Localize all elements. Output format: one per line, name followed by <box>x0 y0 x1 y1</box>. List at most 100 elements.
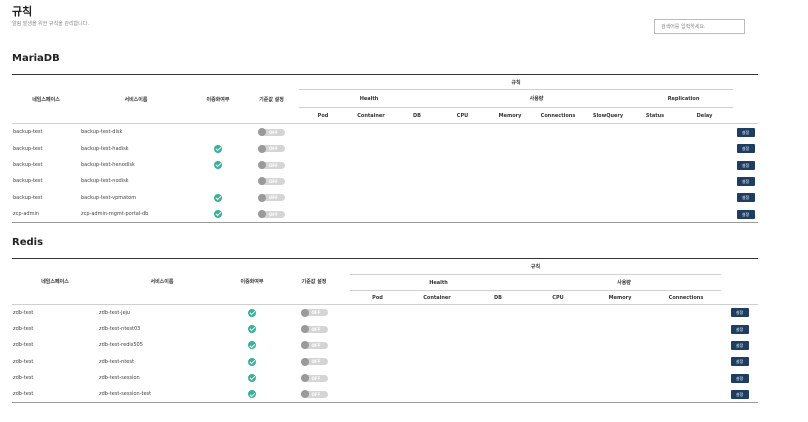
check-icon <box>214 144 222 153</box>
default-toggle[interactable]: OFF <box>300 374 328 383</box>
settings-button[interactable]: 설정 <box>730 373 749 383</box>
namespace-cell: backup-test <box>13 145 43 152</box>
header-redundancy: 이중화여부 <box>240 279 264 285</box>
namespace-cell: backup-test <box>12 123 80 141</box>
rule-cells <box>299 173 733 189</box>
default-toggle[interactable]: OFF <box>258 144 285 153</box>
header-memory: Memory <box>608 294 632 301</box>
check-icon <box>214 193 222 202</box>
mariadb-rules-table: 네임스페이스 서비스이름 이중화여부 기준값 설정 규칙 Health 사용량 … <box>12 74 759 223</box>
header-status: Status <box>645 112 665 119</box>
default-toggle[interactable]: OFF <box>258 161 285 170</box>
action-cell: 설정 <box>721 386 758 402</box>
rule-cells <box>299 141 733 157</box>
service-name-cell: zdb-test-session <box>99 375 140 382</box>
default-toggle-cell: OFF <box>244 123 299 141</box>
table-row: backup-test backup-test-henodisk OFF 설정 <box>12 157 758 173</box>
default-toggle-cell: OFF <box>244 190 299 206</box>
default-toggle[interactable]: OFF <box>300 357 328 366</box>
check-icon <box>248 325 256 334</box>
default-toggle[interactable]: OFF <box>300 341 328 350</box>
service-name-cell: zcp-admin-mgmt-portal-db <box>81 211 149 217</box>
settings-button[interactable]: 설정 <box>736 176 755 186</box>
header-connections: Connections <box>540 112 576 119</box>
settings-button[interactable]: 설정 <box>730 324 749 334</box>
redundancy-cell <box>226 370 278 386</box>
redundancy-cell <box>192 206 244 222</box>
page-title: 규칙 <box>12 5 33 18</box>
header-health: Health <box>350 274 527 291</box>
default-toggle[interactable]: OFF <box>300 325 328 334</box>
search-input[interactable] <box>654 19 745 34</box>
settings-button[interactable]: 설정 <box>736 193 755 203</box>
header-service-name: 서비스이름 <box>150 279 174 285</box>
service-name-cell: zdb-test-ntest03 <box>99 326 141 333</box>
header-rules: 규칙 <box>350 258 722 275</box>
table-row: backup-test backup-test-disk OFF 설정 <box>12 123 759 141</box>
header-default-setting: 기준값 설정 <box>259 96 284 103</box>
check-icon <box>248 390 256 399</box>
default-toggle[interactable]: OFF <box>300 390 328 399</box>
table-row: zdb-test zdb-test-ntest OFF 설정 <box>12 354 758 370</box>
check-icon <box>214 161 222 170</box>
service-name-cell: backup-test-henodisk <box>81 162 135 169</box>
redundancy-cell <box>226 321 278 337</box>
default-toggle[interactable]: OFF <box>300 308 328 317</box>
namespace-cell: zdb-test <box>12 303 98 321</box>
table-row: backup-test backup-test-nodisk OFF 설정 <box>12 173 758 189</box>
default-toggle[interactable]: OFF <box>258 177 285 186</box>
settings-button[interactable]: 설정 <box>730 308 749 318</box>
default-toggle[interactable]: OFF <box>258 128 285 137</box>
header-cpu: CPU <box>456 112 469 119</box>
service-name-cell: backup-test-vpmatom <box>81 194 137 201</box>
header-namespace: 네임스페이스 <box>32 96 60 103</box>
redundancy-cell <box>192 173 244 189</box>
namespace-cell: zdb-test <box>13 375 34 382</box>
settings-button[interactable]: 설정 <box>730 340 749 350</box>
header-usage: 사용량 <box>527 274 722 291</box>
table-row: zdb-test zdb-test-session-test OFF 설정 <box>12 386 758 402</box>
action-cell: 설정 <box>721 354 758 370</box>
redundancy-cell <box>226 303 278 321</box>
header-replication: Replication <box>634 89 734 108</box>
settings-button[interactable]: 설정 <box>730 357 749 367</box>
redis-rules-table: 네임스페이스 서비스이름 이중화여부 기준값 설정 규칙 Health 사용량 … <box>12 258 759 404</box>
default-toggle[interactable]: OFF <box>258 193 285 202</box>
default-toggle-cell: OFF <box>278 303 350 321</box>
table-row: backup-test backup-test-vpmatom OFF 설정 <box>12 190 758 206</box>
service-name-cell: backup-test-hadisk <box>81 145 129 152</box>
namespace-cell: zcp-admin <box>13 211 40 217</box>
namespace-cell: zdb-test <box>13 326 34 333</box>
namespace-cell: backup-test <box>13 162 43 169</box>
default-toggle-cell: OFF <box>244 141 299 157</box>
default-toggle-cell: OFF <box>278 370 350 386</box>
header-cpu: CPU <box>552 294 564 301</box>
action-cell: 설정 <box>721 303 759 321</box>
header-memory: Memory <box>498 112 522 119</box>
settings-button[interactable]: 설정 <box>736 144 755 154</box>
action-cell: 설정 <box>733 206 758 222</box>
default-toggle-cell: OFF <box>278 386 350 402</box>
settings-button[interactable]: 설정 <box>736 209 755 219</box>
redundancy-cell <box>226 354 278 370</box>
namespace-cell: backup-test <box>13 194 43 201</box>
header-default-setting: 기준값 설정 <box>301 279 327 285</box>
default-toggle-cell: OFF <box>278 321 350 337</box>
action-cell: 설정 <box>733 141 758 157</box>
settings-button[interactable]: 설정 <box>736 127 755 137</box>
rule-cells <box>299 157 733 173</box>
header-db: DB <box>413 112 421 119</box>
rule-cells <box>350 370 721 386</box>
check-icon <box>248 374 256 383</box>
redundancy-cell <box>192 141 244 157</box>
rule-cells <box>350 386 721 402</box>
settings-button[interactable]: 설정 <box>736 160 755 170</box>
settings-button[interactable]: 설정 <box>730 389 749 399</box>
service-name-cell: zdb-test-redis505 <box>99 342 143 349</box>
header-health: Health <box>299 89 439 108</box>
default-toggle[interactable]: OFF <box>258 210 285 218</box>
header-connections: Connections <box>668 294 704 301</box>
action-cell: 설정 <box>733 190 758 206</box>
header-usage: 사용량 <box>439 89 634 108</box>
rule-cells <box>350 321 721 337</box>
